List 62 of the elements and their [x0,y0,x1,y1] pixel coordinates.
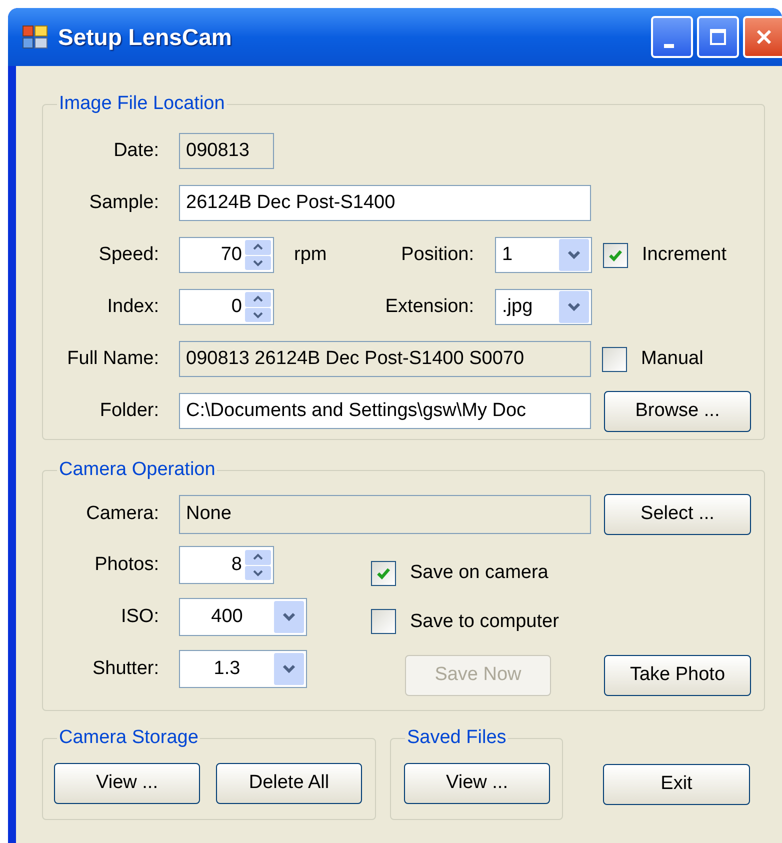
field-label: Extension: [384,294,474,319]
read-only-field: 090813 [179,133,274,169]
spin-down-button[interactable] [245,308,271,322]
dropdown-button[interactable] [559,239,589,271]
checkbox-label: Increment [642,242,726,267]
checkbox[interactable] [371,609,396,634]
spin-up-button[interactable] [245,292,271,306]
button[interactable]: Exit [603,764,750,805]
field-label: Photos: [94,552,159,577]
checkbox-label: Save to computer [410,610,559,634]
button[interactable]: Take Photo [604,655,751,696]
field-label: Date: [112,138,159,163]
dropdown-button[interactable] [559,291,589,323]
chevron-down-icon [567,250,581,260]
button[interactable]: Browse ... [604,390,751,432]
spin-up-button[interactable] [245,240,271,254]
minimize-button[interactable] [651,16,693,58]
checkbox[interactable] [602,346,627,372]
field-label: Position: [400,242,474,267]
maximize-icon [708,27,728,47]
field-label: Full Name: [66,346,159,371]
dropdown[interactable]: .jpg [495,289,592,325]
chevron-down-icon [567,302,581,312]
button[interactable]: View ... [54,762,200,804]
close-button[interactable] [743,16,782,58]
dropdown[interactable]: 1 [495,237,592,273]
dropdown[interactable]: 1.3 [179,650,307,688]
spinner-field[interactable]: 8 [179,546,274,584]
checkbox-label: Manual [641,346,704,371]
field-label: Folder: [98,398,159,423]
field-label: Sample: [88,190,159,215]
button: Save Now [405,655,551,696]
chevron-down-icon [282,612,296,622]
window-title: Setup LensCam [58,22,232,52]
chevron-down-icon [282,664,296,674]
field-label: Index: [106,294,159,319]
app-icon [22,25,48,49]
spin-down-button[interactable] [245,566,271,580]
checkbox[interactable] [603,242,628,268]
spin-up-button[interactable] [245,550,271,564]
spin-down-button[interactable] [245,256,271,270]
minimize-icon [664,44,674,48]
checkbox-label: Save on camera [410,561,548,585]
field-label: Camera: [85,502,159,526]
field-label: Speed: [98,242,159,267]
field-label: ISO: [120,604,159,629]
button[interactable]: View ... [404,762,550,804]
dropdown-button[interactable] [274,601,304,633]
spinner-field[interactable]: 0 [179,289,274,325]
spinner-field[interactable]: 70 [179,237,274,273]
checkbox[interactable] [371,560,396,586]
maximize-button[interactable] [697,16,739,58]
button[interactable]: Select ... [604,494,751,535]
unit-label: rpm [294,242,328,267]
dropdown-button[interactable] [274,653,304,685]
text-field[interactable]: C:\Documents and Settings\gsw\My Doc [179,393,591,429]
read-only-field: 090813 26124B Dec Post-S1400 S0070 [179,341,591,377]
read-only-field: None [179,495,591,534]
field-label: Shutter: [91,656,159,681]
text-field[interactable]: 26124B Dec Post-S1400 [179,185,591,221]
dropdown[interactable]: 400 [179,598,307,636]
button[interactable]: Delete All [216,762,362,804]
